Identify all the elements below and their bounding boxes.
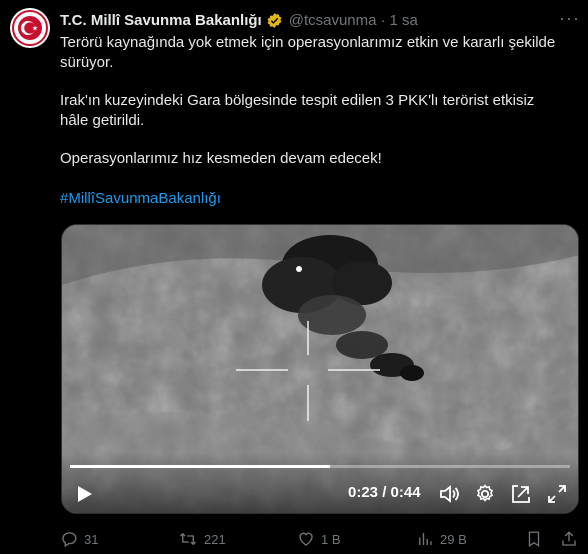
pip-icon[interactable] [510,483,532,505]
video-controls [62,453,578,513]
account-handle[interactable]: @tcsavunma [289,12,377,29]
tweet-text-line: sürüyor. [60,54,114,71]
play-icon[interactable] [74,484,94,504]
timestamp[interactable]: 1 sa [389,12,417,29]
retweet-count: 221 [204,531,226,547]
tweet-actions: 31 221 1 B 29 B [60,528,580,550]
share-icon [562,531,576,546]
tweet-text-line: Operasyonlarımız hız kesmeden devam edec… [60,150,382,167]
settings-icon[interactable] [474,483,496,505]
reply-icon [62,532,77,547]
like-button[interactable]: 1 B [297,528,341,550]
views-count: 29 B [440,531,467,547]
account-name[interactable]: T.C. Millî Savunma Bakanlığı [60,12,262,29]
bookmark-icon [528,531,540,548]
views-chart-icon [419,533,432,545]
volume-icon[interactable] [438,483,460,505]
video-progress-bar[interactable] [70,465,570,468]
retweet-icon [180,532,196,546]
share-button[interactable] [560,528,578,550]
bookmark-button[interactable] [526,528,542,550]
heart-icon [299,532,313,546]
msb-emblem-icon [12,10,48,46]
hashtag-link[interactable]: #MillîSavunmaBakanlığı [60,189,221,209]
tweet-text-line: Irak'ın kuzeyindeki Gara bölgesinde tesp… [60,92,535,109]
tweet-header: T.C. Millî Savunma Bakanlığı @tcsavunma … [60,10,578,30]
video-timecode: 0:23 / 0:44 [348,484,421,501]
reply-button[interactable]: 31 [60,528,98,550]
more-options-icon[interactable]: ··· [559,8,580,29]
fullscreen-icon[interactable] [546,483,568,505]
video-player[interactable]: 0:23 / 0:44 [61,224,579,514]
retweet-button[interactable]: 221 [178,528,226,550]
video-progress-fill [70,465,330,468]
tweet-text-line: hâle getirildi. [60,112,145,129]
like-count: 1 B [321,531,341,547]
avatar[interactable] [10,8,50,48]
tweet-text-line: Terörü kaynağında yok etmek için operasy… [60,34,556,51]
verified-badge-icon [267,12,282,28]
reply-count: 31 [84,531,99,547]
separator: · [380,11,386,29]
views-button[interactable]: 29 B [416,528,467,550]
